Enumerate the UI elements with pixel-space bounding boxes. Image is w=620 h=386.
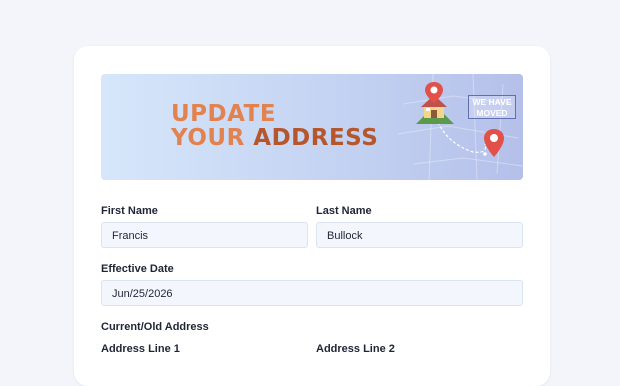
- sign-line1: WE HAVE: [472, 97, 512, 107]
- banner-title-line2-b: ADDRESS: [253, 125, 379, 151]
- location-pin-icon: [484, 129, 504, 157]
- house-icon: [416, 82, 454, 124]
- banner-title-line1: UPDATE: [171, 101, 277, 127]
- sign-line2: MOVED: [476, 108, 508, 118]
- banner-title-line2-a: YOUR: [171, 125, 254, 151]
- first-name-input[interactable]: Francis: [101, 222, 308, 248]
- effective-date-label: Effective Date: [101, 263, 174, 275]
- address-line1-label: Address Line 1: [101, 343, 180, 355]
- last-name-input[interactable]: Bullock: [316, 222, 523, 248]
- old-address-heading: Current/Old Address: [101, 321, 209, 333]
- last-name-label: Last Name: [316, 205, 372, 217]
- address-line2-label: Address Line 2: [316, 343, 395, 355]
- effective-date-input[interactable]: Jun/25/2026: [101, 280, 523, 306]
- form-card: UPDATE YOUR ADDRESS WE HAVE MOVED First …: [74, 46, 550, 386]
- header-banner: UPDATE YOUR ADDRESS WE HAVE MOVED: [101, 74, 523, 180]
- we-have-moved-sign: WE HAVE MOVED: [468, 95, 516, 119]
- map-illustration: [397, 74, 523, 180]
- first-name-label: First Name: [101, 205, 158, 217]
- banner-title: UPDATE YOUR ADDRESS: [171, 102, 378, 150]
